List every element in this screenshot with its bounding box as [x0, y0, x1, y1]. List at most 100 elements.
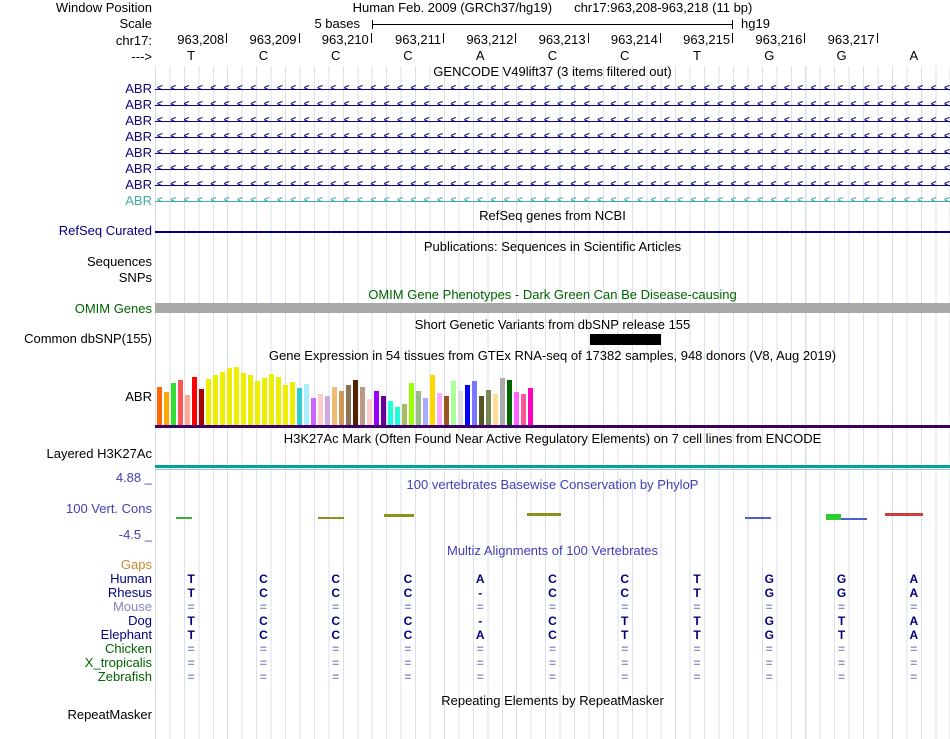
alignment-base: C [548, 614, 557, 628]
alignment-base: A [909, 614, 919, 628]
conservation-mark[interactable] [826, 514, 841, 520]
species-label[interactable]: Rhesus [0, 586, 152, 600]
alignment-base: C [259, 586, 268, 600]
alignment-cells: TCCC-CCTGGA [155, 586, 950, 600]
alignment-base: C [331, 586, 340, 600]
alignment-base: G [764, 586, 774, 600]
alignment-base: = [332, 600, 340, 614]
alignment-base: = [476, 642, 484, 656]
alignment-base: = [187, 600, 195, 614]
alignment-base: = [187, 670, 195, 684]
alignment-base: C [259, 572, 268, 586]
alignment-base: A [909, 586, 919, 600]
alignment-base: = [621, 656, 629, 670]
alignment-base: T [693, 572, 701, 586]
alignment-base: - [478, 586, 483, 600]
alignment-base: C [331, 628, 340, 642]
species-label[interactable]: Human [0, 572, 152, 586]
alignment-base: = [621, 670, 629, 684]
alignment-base: A [909, 572, 919, 586]
alignment-base: = [910, 642, 918, 656]
alignment-base: = [548, 656, 556, 670]
alignment-base: G [836, 572, 847, 586]
alignment-base: = [548, 600, 556, 614]
species-label[interactable]: Mouse [0, 600, 152, 614]
alignment-base: = [332, 670, 340, 684]
alignment-base: G [764, 614, 774, 628]
conservation-mark[interactable] [527, 513, 561, 516]
alignment-cells: TCCCACTTGTA [155, 628, 950, 642]
alignment-base: = [765, 670, 773, 684]
alignment-base: = [476, 656, 484, 670]
species-label[interactable]: Dog [0, 614, 152, 628]
alignment-base: T [621, 614, 629, 628]
conservation-mark[interactable] [745, 517, 771, 519]
alignment-cells: = = = = = = = = = = = [155, 656, 950, 670]
alignment-base: A [909, 628, 919, 642]
alignment-row-dog: Dog T C C C - C T T G T A [0, 614, 950, 629]
alignment-base: = [693, 600, 701, 614]
species-label[interactable]: Elephant [0, 628, 152, 642]
alignment-base: C [259, 614, 268, 628]
alignment-cells: TCCCACCTGGA [155, 572, 950, 586]
conservation-mark[interactable] [384, 514, 414, 517]
alignment-base: C [548, 628, 557, 642]
alignment-base: T [187, 572, 195, 586]
repeatmasker-label[interactable]: RepeatMasker [0, 708, 152, 721]
alignment-base: = [693, 656, 701, 670]
alignment-base: = [548, 642, 556, 656]
alignment-row-x-tropicalis: X_tropicalis = = = = = = = = = = = [0, 656, 950, 671]
alignment-base: = [476, 670, 484, 684]
alignment-base: C [548, 572, 557, 586]
alignment-base: T [187, 614, 195, 628]
alignment-base: T [693, 586, 701, 600]
alignment-row-mouse: Mouse = = = = = = = = = = = [0, 600, 950, 615]
multiz-track-title[interactable]: Multiz Alignments of 100 Vertebrates [155, 544, 950, 557]
alignment-base: = [838, 656, 846, 670]
alignment-base: = [838, 670, 846, 684]
alignment-cells: TCCC-CTTGTA [155, 614, 950, 628]
alignment-base: = [693, 642, 701, 656]
repeatmasker-track-title[interactable]: Repeating Elements by RepeatMasker [155, 694, 950, 707]
alignment-base: = [838, 642, 846, 656]
alignment-row-rhesus: Rhesus T C C C - C C T G G A [0, 586, 950, 601]
conservation-mark[interactable] [176, 517, 192, 519]
conservation-mark[interactable] [841, 518, 867, 520]
alignment-base: T [693, 628, 701, 642]
alignment-base: C [331, 614, 340, 628]
alignment-base: = [765, 656, 773, 670]
alignment-base: = [838, 600, 846, 614]
alignment-base: = [621, 600, 629, 614]
alignment-base: = [621, 642, 629, 656]
alignment-base: G [764, 628, 774, 642]
alignment-base: C [548, 586, 557, 600]
gaps-label[interactable]: Gaps [0, 558, 152, 571]
alignment-base: C [403, 614, 413, 628]
alignment-base: = [765, 600, 773, 614]
species-label[interactable]: Zebrafish [0, 670, 152, 684]
alignment-base: - [478, 614, 483, 628]
alignment-base: T [621, 628, 629, 642]
alignment-base: = [693, 670, 701, 684]
alignment-base: = [404, 670, 412, 684]
alignment-base: = [187, 656, 195, 670]
alignment-base: = [404, 600, 412, 614]
alignment-base: T [693, 614, 701, 628]
alignment-base: = [332, 642, 340, 656]
alignment-base: = [910, 656, 918, 670]
alignment-base: T [837, 614, 846, 628]
alignment-row-elephant: Elephant T C C C A C T T G T A [0, 628, 950, 643]
alignment-base: G [764, 572, 774, 586]
alignment-base: = [187, 642, 195, 656]
species-label[interactable]: Chicken [0, 642, 152, 656]
alignment-base: G [836, 586, 847, 600]
alignment-row-human: Human T C C C A C C T G G A [0, 572, 950, 587]
alignment-base: = [404, 642, 412, 656]
species-label[interactable]: X_tropicalis [0, 656, 152, 670]
conservation-mark[interactable] [885, 513, 923, 516]
alignment-base: = [259, 642, 267, 656]
conservation-mark[interactable] [318, 517, 344, 519]
alignment-row-zebrafish: Zebrafish = = = = = = = = = = = [0, 670, 950, 685]
alignment-base: = [259, 656, 267, 670]
alignment-cells: = = = = = = = = = = = [155, 642, 950, 656]
